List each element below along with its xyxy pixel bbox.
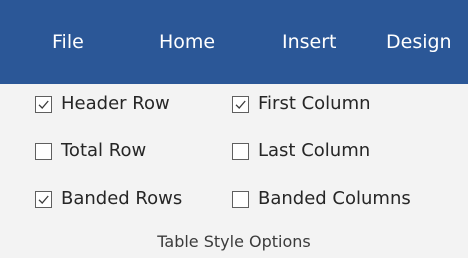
tab-home[interactable]: Home: [159, 0, 215, 84]
header-row-checkbox[interactable]: [35, 95, 52, 113]
banded-columns-label: Banded Columns: [258, 188, 411, 209]
banded-columns-checkbox[interactable]: [232, 190, 249, 208]
last-column-label: Last Column: [258, 140, 371, 161]
total-row-label: Total Row: [61, 140, 147, 161]
ribbon-tab-bar: File Home Insert Design: [0, 0, 468, 84]
checkmark-icon: [38, 195, 49, 204]
first-column-option[interactable]: First Column: [232, 90, 371, 118]
checkmark-icon: [38, 100, 49, 109]
banded-rows-label: Banded Rows: [61, 188, 183, 209]
tab-insert[interactable]: Insert: [282, 0, 337, 84]
last-column-option[interactable]: Last Column: [232, 137, 370, 165]
tab-design[interactable]: Design: [386, 0, 452, 84]
total-row-option[interactable]: Total Row: [35, 137, 146, 165]
checkmark-icon: [235, 100, 246, 109]
banded-rows-option[interactable]: Banded Rows: [35, 185, 182, 213]
first-column-label: First Column: [258, 93, 371, 114]
tab-file[interactable]: File: [52, 0, 84, 84]
header-row-label: Header Row: [61, 93, 170, 114]
banded-rows-checkbox[interactable]: [35, 190, 52, 208]
banded-columns-option[interactable]: Banded Columns: [232, 185, 411, 213]
group-label: Table Style Options: [157, 232, 311, 251]
total-row-checkbox[interactable]: [35, 142, 52, 160]
header-row-option[interactable]: Header Row: [35, 90, 170, 118]
first-column-checkbox[interactable]: [232, 95, 249, 113]
last-column-checkbox[interactable]: [232, 142, 249, 160]
